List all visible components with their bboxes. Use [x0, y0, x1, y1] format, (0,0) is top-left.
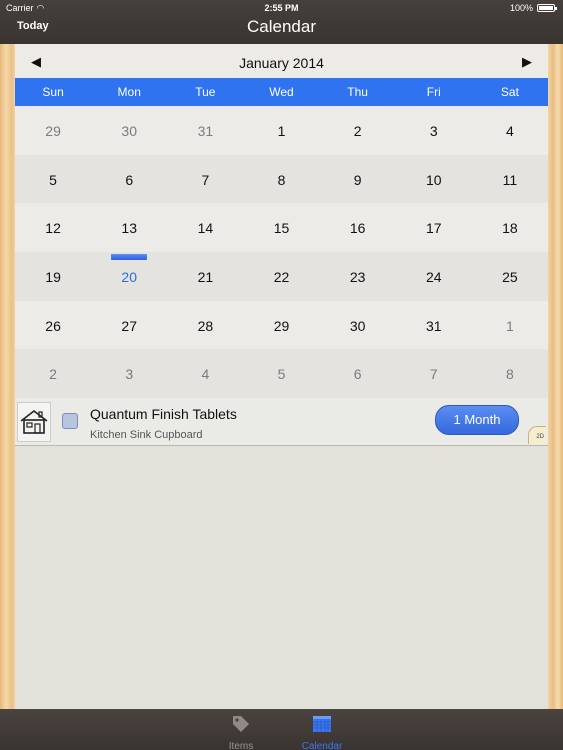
calendar-day[interactable]: 3: [91, 349, 167, 398]
battery-percent: 100%: [509, 3, 533, 13]
tab-items-label: Items: [228, 741, 254, 750]
calendar-day[interactable]: 1: [472, 301, 548, 350]
calendar-day[interactable]: 9: [320, 155, 396, 204]
calendar-day[interactable]: 7: [396, 349, 472, 398]
calendar-day[interactable]: 4: [472, 106, 548, 155]
month-title: January 2014: [239, 55, 324, 71]
tab-calendar-label: Calendar: [301, 741, 343, 750]
calendar-day[interactable]: 2: [15, 349, 91, 398]
weekday-label: Mon: [117, 85, 141, 99]
calendar-day[interactable]: 1: [243, 106, 319, 155]
calendar-week: 29 30 31 1 2 3 4: [15, 106, 548, 155]
calendar-day[interactable]: 17: [396, 203, 472, 252]
calendar-day[interactable]: 24: [396, 252, 472, 301]
item-row[interactable]: Quantum Finish Tablets Kitchen Sink Cupb…: [15, 398, 548, 446]
weekday-header: Sun Mon Tue Wed Thu Fri Sat: [15, 78, 548, 106]
calendar-day-today[interactable]: 20: [91, 252, 167, 301]
calendar-day[interactable]: 23: [320, 252, 396, 301]
page-title: Calendar: [247, 17, 316, 36]
calendar-day[interactable]: 18: [472, 203, 548, 252]
house-icon: [20, 409, 48, 434]
calendar-day[interactable]: 8: [472, 349, 548, 398]
status-bar: Carrier ◠ 2:55 PM 100%: [0, 0, 563, 16]
calendar-day[interactable]: 27: [91, 301, 167, 350]
calendar-day[interactable]: 6: [320, 349, 396, 398]
calendar-day[interactable]: 7: [167, 155, 243, 204]
item-thumbnail: [17, 402, 51, 442]
wood-frame: ◀ January 2014 ▶ Sun Mon Tue Wed Thu Fri…: [0, 44, 563, 709]
weekday-label: Tue: [195, 85, 216, 99]
item-name: Quantum Finish Tablets: [90, 406, 237, 422]
calendar-day[interactable]: 4: [167, 349, 243, 398]
calendar-day[interactable]: 10: [396, 155, 472, 204]
calendar-day[interactable]: 5: [243, 349, 319, 398]
calendar-week: 26 27 28 29 30 31 1: [15, 300, 548, 350]
navigation-bar: Carrier ◠ 2:55 PM 100% Today Calendar: [0, 0, 563, 44]
calendar-day[interactable]: 14: [167, 203, 243, 252]
calendar-day[interactable]: 15: [243, 203, 319, 252]
calendar-day[interactable]: 30: [91, 106, 167, 155]
tag-icon: [233, 716, 249, 732]
calendar-day[interactable]: 29: [15, 106, 91, 155]
calendar-week: 5 6 7 8 9 10 11: [15, 154, 548, 204]
calendar-day[interactable]: 2: [320, 106, 396, 155]
today-marker: [111, 254, 148, 261]
calendar-day[interactable]: 26: [15, 301, 91, 350]
item-checkbox[interactable]: [62, 413, 78, 429]
duration-button[interactable]: 1 Month: [435, 405, 519, 435]
calendar-day[interactable]: 21: [167, 252, 243, 301]
next-month-icon[interactable]: ▶: [522, 54, 532, 70]
calendar-day[interactable]: 5: [15, 155, 91, 204]
calendar-day[interactable]: 11: [472, 155, 548, 204]
item-location: Kitchen Sink Cupboard: [90, 429, 203, 441]
calendar-panel: ◀ January 2014 ▶ Sun Mon Tue Wed Thu Fri…: [15, 44, 548, 709]
calendar-day[interactable]: 31: [396, 301, 472, 350]
calendar-day[interactable]: 6: [91, 155, 167, 204]
weekday-label: Fri: [426, 85, 441, 99]
calendar-day[interactable]: 12: [15, 203, 91, 252]
weekday-label: Thu: [347, 85, 368, 99]
calendar-week: 2 3 4 5 6 7 8: [15, 349, 548, 399]
calendar-day[interactable]: 3: [396, 106, 472, 155]
weekday-label: Sat: [500, 85, 519, 99]
battery-icon: [537, 4, 557, 12]
calendar-day[interactable]: 30: [320, 301, 396, 350]
calendar-day[interactable]: 25: [472, 252, 548, 301]
calendar-day[interactable]: 13: [91, 203, 167, 252]
status-time: 2:55 PM: [264, 3, 299, 13]
today-date: 20: [121, 269, 137, 286]
calendar-day[interactable]: 19: [15, 252, 91, 301]
calendar-icon: [313, 716, 331, 732]
weekday-label: Sun: [42, 85, 64, 99]
tab-items[interactable]: Items: [211, 714, 271, 750]
calendar-day[interactable]: 16: [320, 203, 396, 252]
calendar-grid: 29 30 31 1 2 3 4 5 6 7 8 9 10 11 12 13 1…: [15, 106, 548, 399]
calendar-day[interactable]: 28: [167, 301, 243, 350]
page-curl-badge[interactable]: 2D: [528, 426, 546, 444]
tab-bar: Items Calendar: [0, 709, 563, 750]
calendar-day[interactable]: 22: [243, 252, 319, 301]
weekday-label: Wed: [269, 85, 294, 99]
tab-calendar[interactable]: Calendar: [292, 714, 352, 750]
month-header: ◀ January 2014 ▶: [15, 44, 548, 78]
calendar-day[interactable]: 31: [167, 106, 243, 155]
calendar-week: 19 20 21 22 23 24 25: [15, 252, 548, 301]
calendar-day[interactable]: 29: [243, 301, 319, 350]
calendar-day[interactable]: 8: [243, 155, 319, 204]
calendar-week: 12 13 14 15 16 17 18: [15, 203, 548, 253]
